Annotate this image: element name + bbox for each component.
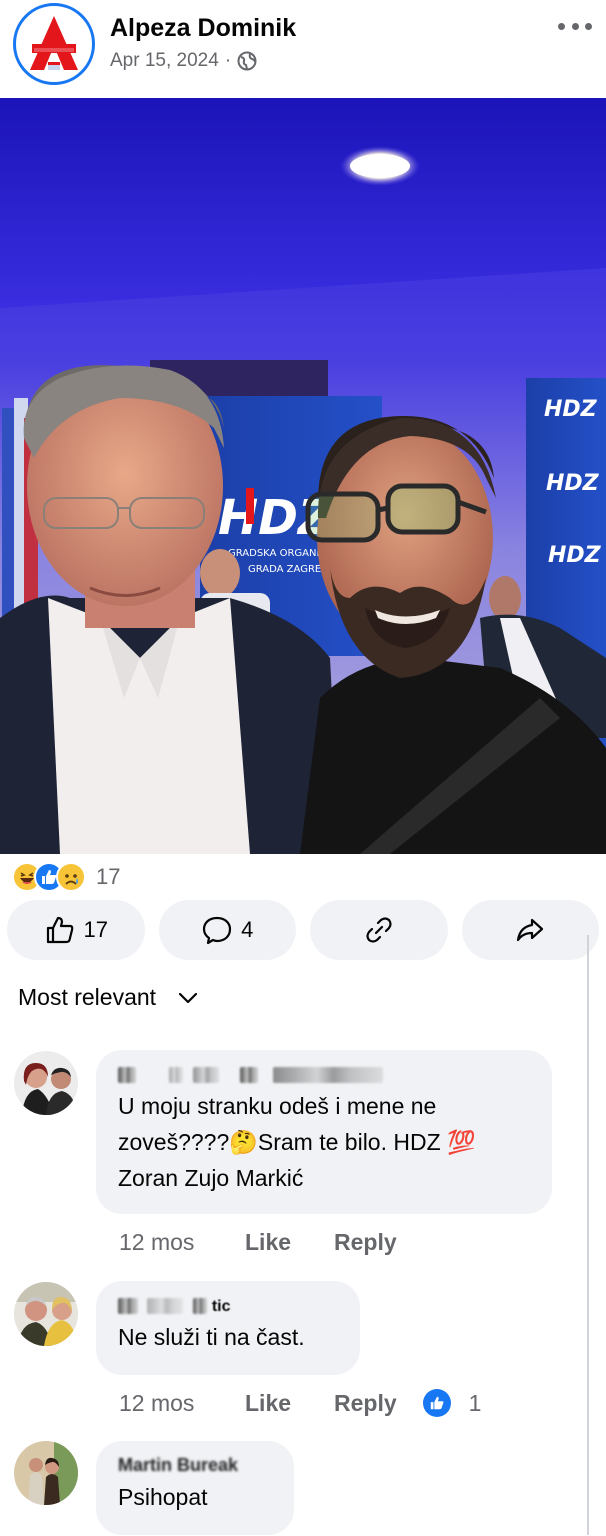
selfie-photo: HDZ GRADSKA ORGANIZ GRADA ZAGREB HDZ HDZ… bbox=[0, 98, 606, 854]
commenter-name[interactable] bbox=[118, 1064, 530, 1086]
commenter-name[interactable]: Martin Bureak bbox=[118, 1455, 272, 1477]
commenter-name-partial: Martin Bureak bbox=[118, 1455, 239, 1475]
post-header: Alpeza Dominik Apr 15, 2024 · bbox=[0, 0, 606, 98]
comment-text: Ne služi ti na čast. bbox=[118, 1319, 338, 1355]
comment-bubble[interactable]: U moju stranku odeš i mene ne zoveš????🤔… bbox=[96, 1050, 552, 1214]
sad-icon bbox=[56, 862, 86, 892]
reaction-count[interactable]: 17 bbox=[96, 864, 120, 890]
comment-text: Psihopat bbox=[118, 1479, 272, 1515]
comment-text-line: zoveš????🤔Sram te bilo. HDZ 💯 bbox=[118, 1129, 476, 1155]
comment-button[interactable]: 4 bbox=[158, 900, 296, 960]
comment-text-line: Zoran Zujo Markić bbox=[118, 1165, 304, 1191]
comment-reply-button[interactable]: Reply bbox=[334, 1229, 397, 1256]
side-banner-text-3: HDZ bbox=[548, 543, 602, 568]
banner-subtitle-1: GRADSKA ORGANIZ bbox=[228, 548, 326, 559]
like-count: 17 bbox=[83, 917, 108, 942]
link-icon bbox=[366, 917, 392, 943]
comment-count: 4 bbox=[241, 917, 254, 942]
globe-icon bbox=[237, 51, 257, 71]
comment-text: U moju stranku odeš i mene ne zoveš????🤔… bbox=[118, 1088, 530, 1196]
side-banner-text-2: HDZ bbox=[546, 471, 600, 496]
comment-sort-dropdown[interactable]: Most relevant bbox=[18, 984, 200, 1011]
party-logo-icon bbox=[18, 8, 90, 80]
comment-text-line: U moju stranku odeš i mene ne bbox=[118, 1093, 437, 1119]
sort-label: Most relevant bbox=[18, 984, 157, 1010]
commenter-avatar[interactable] bbox=[14, 1051, 78, 1115]
side-banner-text-1: HDZ bbox=[544, 397, 598, 422]
comment-bubble[interactable]: Martin Bureak Psihopat bbox=[96, 1441, 294, 1535]
meta-separator: · bbox=[224, 50, 232, 71]
comment-time[interactable]: 12 mos bbox=[119, 1390, 245, 1417]
post-date[interactable]: Apr 15, 2024 bbox=[110, 50, 219, 72]
comment-like-button[interactable]: Like bbox=[245, 1390, 334, 1417]
reactions-summary[interactable]: 17 bbox=[12, 860, 120, 894]
post-meta: Apr 15, 2024 · bbox=[110, 50, 257, 72]
comment-actions: 12 mos Like Reply 1 bbox=[119, 1389, 481, 1417]
post-actions: 17 4 bbox=[7, 900, 599, 962]
post-photo[interactable]: HDZ GRADSKA ORGANIZ GRADA ZAGREB HDZ HDZ… bbox=[0, 98, 606, 854]
author-name[interactable]: Alpeza Dominik bbox=[110, 14, 296, 43]
copy-link-button[interactable] bbox=[310, 900, 448, 960]
comment-text-line: Psihopat bbox=[118, 1484, 208, 1510]
comment-like-count: 1 bbox=[468, 1389, 482, 1416]
comment-text-line: Ne služi ti na čast. bbox=[118, 1324, 305, 1350]
comment-actions: 12 mos Like Reply bbox=[119, 1229, 397, 1256]
commenter-name[interactable]: tic bbox=[118, 1295, 338, 1317]
like-icon bbox=[422, 1389, 451, 1417]
author-avatar[interactable] bbox=[13, 3, 95, 85]
more-options-icon[interactable] bbox=[558, 14, 592, 38]
like-button[interactable]: 17 bbox=[7, 900, 145, 960]
commenter-avatar[interactable] bbox=[14, 1282, 78, 1346]
comment-reply-button[interactable]: Reply bbox=[334, 1390, 397, 1417]
banner-subtitle-2: GRADA ZAGREB bbox=[248, 564, 328, 575]
comment-reactions[interactable]: 1 bbox=[422, 1389, 482, 1417]
thumbs-up-icon bbox=[46, 916, 73, 944]
share-icon bbox=[517, 918, 544, 942]
comment-like-button[interactable]: Like bbox=[245, 1229, 334, 1256]
comment-bubble[interactable]: tic Ne služi ti na čast. bbox=[96, 1281, 360, 1375]
commenter-name-partial: tic bbox=[211, 1298, 231, 1315]
comment-time[interactable]: 12 mos bbox=[119, 1229, 245, 1256]
share-button[interactable] bbox=[461, 900, 599, 960]
scrollbar[interactable] bbox=[587, 935, 589, 1535]
commenter-avatar[interactable] bbox=[14, 1441, 78, 1505]
comment-icon bbox=[203, 916, 232, 945]
chevron-down-icon bbox=[178, 992, 198, 1003]
